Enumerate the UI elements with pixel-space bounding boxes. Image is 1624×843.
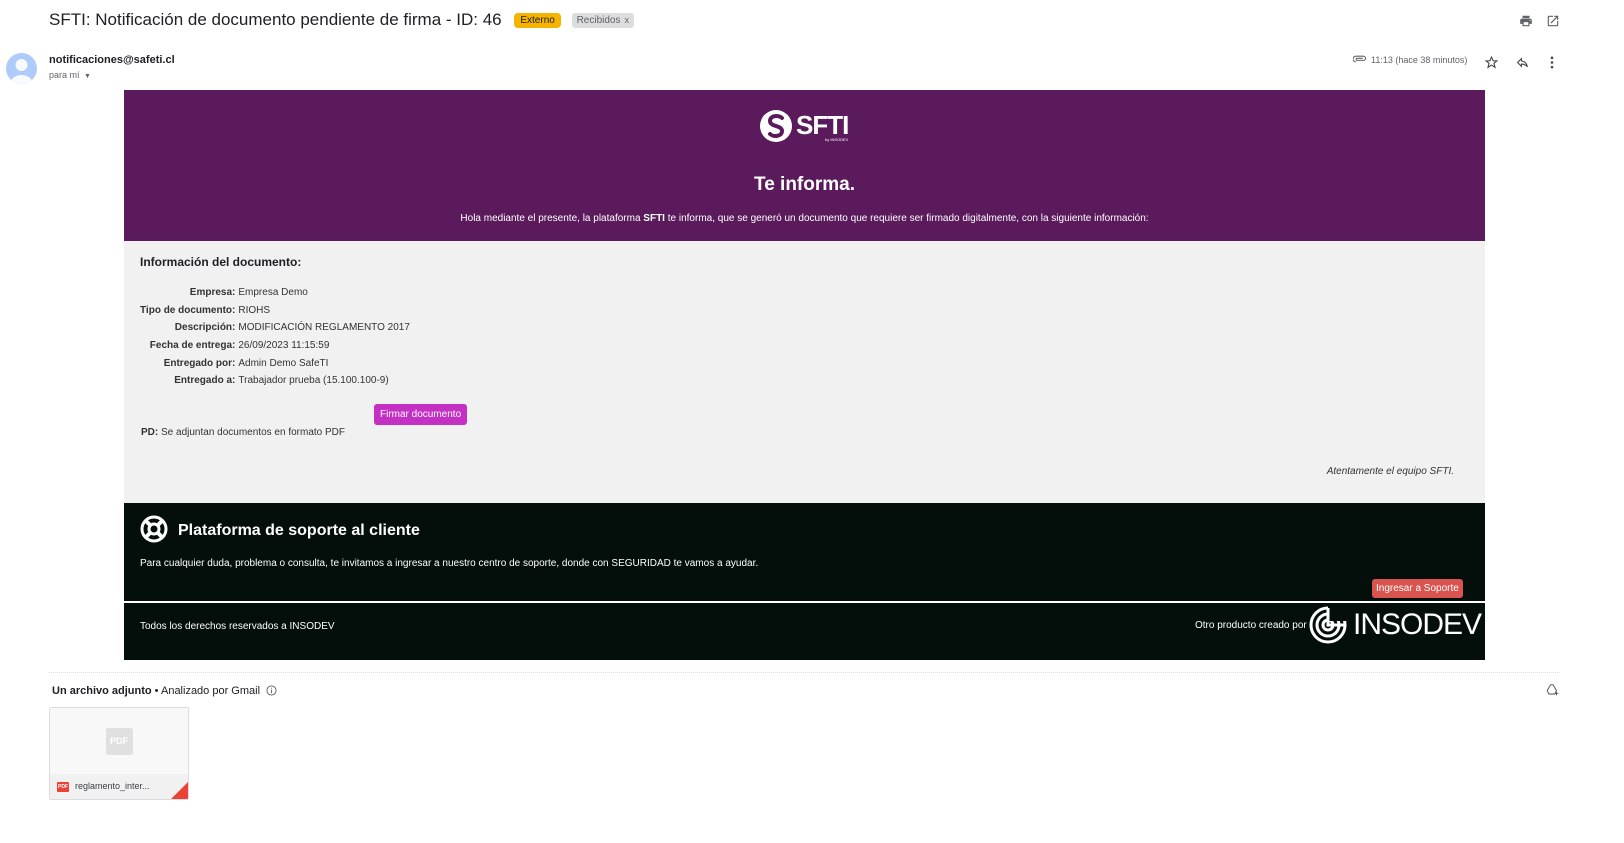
info-row-doc-type: Tipo de documento: RIOHS xyxy=(140,302,410,320)
insodev-logo: INSODEV xyxy=(1309,606,1482,644)
info-value: Trabajador prueba (15.100.100-9) xyxy=(238,375,389,387)
document-info-title: Información del documento: xyxy=(140,255,302,269)
info-icon[interactable] xyxy=(266,685,277,699)
attachment-corner-fold xyxy=(171,782,188,799)
info-label: Descripción: xyxy=(174,322,236,334)
intro-pre: Hola mediante el presente, la plataforma xyxy=(460,213,644,224)
more-options-icon[interactable] xyxy=(1542,52,1562,72)
attachment-clip-icon xyxy=(1352,55,1367,65)
star-icon[interactable] xyxy=(1481,52,1501,72)
pdf-badge-icon: PDF xyxy=(57,782,69,792)
support-text: Para cualquier duda, problema o consulta… xyxy=(140,558,759,569)
label-inbox-text: Recibidos xyxy=(576,15,621,26)
info-label: Entregado a: xyxy=(174,375,236,387)
info-row-delivered-by: Entregado por: Admin Demo SafeTI xyxy=(140,354,410,372)
lifebuoy-icon xyxy=(140,515,168,548)
label-inbox[interactable]: Recibidos x xyxy=(571,13,634,28)
insodev-logo-icon xyxy=(1309,606,1347,644)
email-subject: SFTI: Notificación de documento pendient… xyxy=(49,10,502,29)
add-to-drive-icon[interactable] xyxy=(1543,680,1563,700)
email-meta: 11:13 (hace 38 minutos) xyxy=(1352,55,1468,65)
info-row-delivered-to: Entregado a: Trabajador prueba (15.100.10… xyxy=(140,372,410,390)
info-label: Fecha de entrega: xyxy=(149,340,236,352)
header-intro: Hola mediante el presente, la plataforma… xyxy=(124,213,1485,224)
sign-document-button[interactable]: Firmar documento xyxy=(374,404,468,425)
footer-created-by: Otro producto creado por xyxy=(1195,620,1307,631)
sfti-logo: SFTI by INSODEV xyxy=(758,108,849,144)
attachments-scanned: Analizado por Gmail xyxy=(160,685,261,697)
sfti-logo-icon xyxy=(760,110,792,142)
email-subject-row: SFTI: Notificación de documento pendient… xyxy=(49,10,634,30)
remove-label-icon[interactable]: x xyxy=(624,15,629,25)
attachment-card[interactable]: PDF PDF reglamento_inter... xyxy=(49,707,189,800)
attachment-preview[interactable]: PDF xyxy=(50,708,188,774)
info-label: Entregado por: xyxy=(163,357,236,369)
sender-email[interactable]: notificaciones@safeti.cl xyxy=(49,54,175,66)
info-value: Empresa Demo xyxy=(238,287,308,299)
insodev-logo-text: INSODEV xyxy=(1353,608,1482,641)
support-button[interactable]: Ingresar a Soporte xyxy=(1372,579,1463,598)
recipient-toggle[interactable]: para mí ▼ xyxy=(49,70,91,80)
pdf-file-icon: PDF xyxy=(105,727,133,755)
info-value: 26/09/2023 11:15:59 xyxy=(238,340,330,352)
intro-brand: SFTI xyxy=(643,213,665,224)
sfti-logo-subtext: by INSODEV xyxy=(825,137,849,142)
attachments-separator: • xyxy=(151,685,161,697)
label-external: Externo xyxy=(514,13,561,28)
header-title: Te informa. xyxy=(754,174,855,195)
attachments-divider xyxy=(49,672,1560,673)
info-value: RIOHS xyxy=(238,304,271,316)
document-info-table: Empresa: Empresa Demo Tipo de documento: R… xyxy=(140,284,410,390)
info-label: Tipo de documento: xyxy=(140,304,236,316)
attachment-filename: reglamento_inter... xyxy=(75,781,150,791)
info-row-description: Descripción: MODIFICACIÓN REGLAMENTO 2017 xyxy=(140,319,410,337)
open-in-new-window-icon[interactable] xyxy=(1543,11,1563,31)
pd-label: PD: xyxy=(141,427,159,438)
info-row-company: Empresa: Empresa Demo xyxy=(140,284,410,302)
sign-off: Atentamente el equipo SFTI. xyxy=(1326,466,1454,477)
support-title: Plataforma de soporte al cliente xyxy=(178,522,420,539)
support-footer: Plataforma de soporte al cliente Para cu… xyxy=(124,503,1485,660)
sender-avatar xyxy=(6,53,37,84)
footer-divider xyxy=(124,601,1485,603)
info-value: MODIFICACIÓN REGLAMENTO 2017 xyxy=(238,322,410,334)
pd-note: PD: Se adjuntan documentos en formato PD… xyxy=(141,427,345,438)
info-row-delivery-date: Fecha de entrega: 26/09/2023 11:15:59 xyxy=(140,337,410,355)
info-label: Empresa: xyxy=(189,287,236,299)
print-icon[interactable] xyxy=(1516,11,1536,31)
reply-icon[interactable] xyxy=(1512,52,1532,72)
attachment-footer: PDF reglamento_inter... xyxy=(50,774,188,799)
recipient-label: para mí xyxy=(49,70,80,80)
pd-text: Se adjuntan documentos en formato PDF xyxy=(158,427,346,438)
email-time: 11:13 (hace 38 minutos) xyxy=(1371,55,1468,65)
document-info-section: Información del documento: Empresa: Empre… xyxy=(124,241,1485,503)
footer-rights: Todos los derechos reservados a INSODEV xyxy=(140,621,335,632)
email-header-banner: SFTI by INSODEV Te informa. Hola mediant… xyxy=(124,90,1485,241)
attachments-header: Un archivo adjunto • Analizado por Gmail xyxy=(52,685,277,699)
info-value: Admin Demo SafeTI xyxy=(238,357,329,369)
intro-post: te informa, que se generó un documento q… xyxy=(664,213,1149,224)
chevron-down-icon[interactable]: ▼ xyxy=(84,73,91,80)
attachments-count: Un archivo adjunto xyxy=(52,685,152,697)
